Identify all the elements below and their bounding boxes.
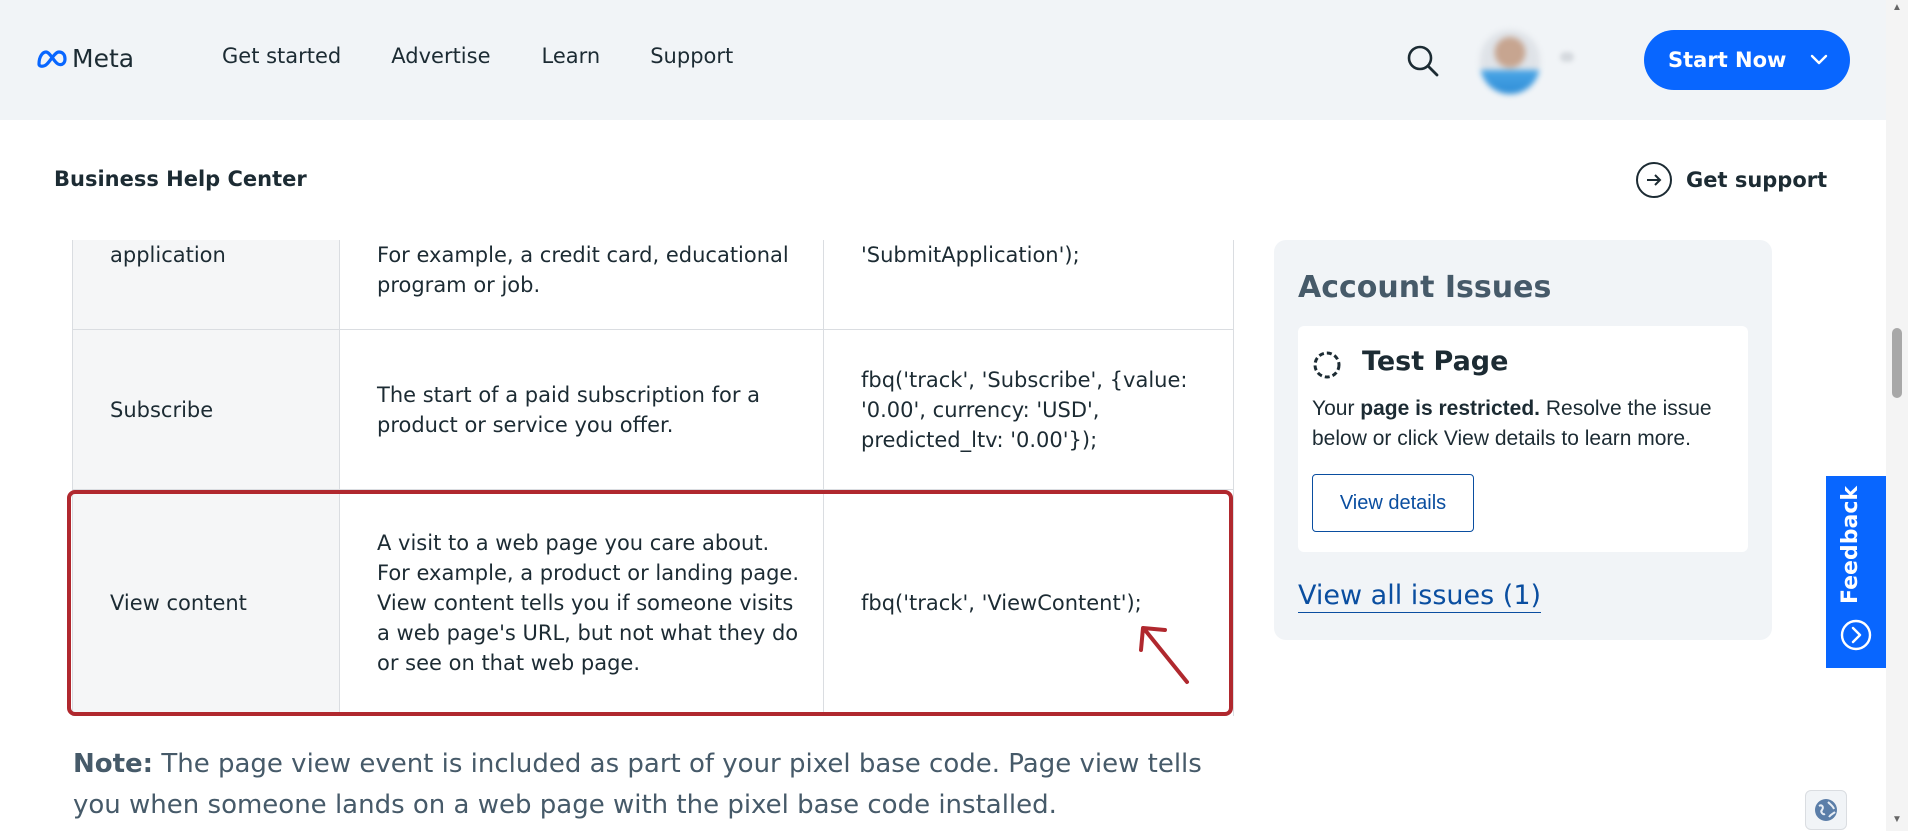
nav-advertise[interactable]: Advertise [391, 44, 490, 68]
feedback-label: Feedback [1838, 486, 1863, 604]
note-label: Note: [73, 749, 154, 779]
chevron-down-icon[interactable] [1810, 52, 1828, 66]
note-paragraph: Note: The page view event is included as… [73, 744, 1203, 826]
language-button[interactable] [1805, 790, 1847, 830]
event-code-cell: fbq('track', 'Subscribe', {value: '0.00'… [824, 330, 1234, 489]
nav-support[interactable]: Support [650, 44, 733, 68]
meta-logo-icon [37, 49, 67, 68]
event-name-cell: application [72, 240, 340, 329]
scroll-down-icon[interactable]: ▼ [1892, 814, 1902, 825]
account-issues-title: Account Issues [1298, 270, 1552, 305]
issue-message: Your page is restricted. Resolve the iss… [1312, 394, 1732, 454]
spinner-icon [1313, 351, 1341, 379]
issue-card: Test Page Your page is restricted. Resol… [1298, 326, 1748, 552]
meta-logo[interactable]: Meta [36, 44, 134, 73]
table-row: Subscribe The start of a paid subscripti… [72, 330, 1234, 490]
scrollbar-thumb[interactable] [1892, 328, 1902, 398]
event-code: 'SubmitApplication'); [861, 243, 1080, 267]
logo-text: Meta [72, 44, 135, 73]
start-now-button[interactable]: Start Now [1644, 30, 1850, 90]
search-icon[interactable] [1406, 44, 1440, 78]
event-description: A visit to a web page you care about. Fo… [377, 531, 799, 675]
event-description-cell: The start of a paid subscription for a p… [340, 330, 824, 489]
top-navigation: Meta Get started Advertise Learn Support… [0, 0, 1886, 120]
scroll-up-icon[interactable]: ▲ [1892, 2, 1902, 13]
note-text: The page view event is included as part … [73, 749, 1202, 820]
avatar-menu-caret[interactable] [1560, 52, 1574, 62]
arrow-right-circle-icon [1636, 162, 1672, 198]
get-support-link[interactable]: Get support [1636, 162, 1827, 198]
event-code: fbq('track', 'ViewContent'); [861, 591, 1142, 615]
chevron-right-circle-icon [1840, 619, 1872, 651]
event-code: fbq('track', 'Subscribe', {value: '0.00'… [861, 367, 1188, 452]
event-name-cell: Subscribe [72, 330, 340, 489]
event-name: View content [110, 591, 247, 615]
event-description: For example, a credit card, educational … [377, 243, 789, 297]
business-help-center-title[interactable]: Business Help Center [54, 167, 307, 191]
nav-links: Get started Advertise Learn Support [222, 44, 733, 68]
issue-page-name: Test Page [1362, 346, 1509, 377]
event-name: application [110, 243, 226, 267]
account-issues-card: Account Issues Test Page Your page is re… [1274, 240, 1772, 640]
annotation-arrow [1139, 626, 1189, 684]
nav-learn[interactable]: Learn [542, 44, 601, 68]
event-name: Subscribe [110, 397, 214, 422]
event-description-cell: For example, a credit card, educational … [340, 240, 824, 329]
scrollbar[interactable]: ▲ ▼ [1886, 0, 1908, 831]
table-row: application For example, a credit card, … [72, 240, 1234, 330]
feedback-tab[interactable]: Feedback [1826, 476, 1886, 668]
avatar[interactable] [1480, 30, 1540, 94]
view-all-issues-link[interactable]: View all issues (1) [1298, 580, 1542, 613]
table-row: View content A visit to a web page you c… [72, 490, 1234, 716]
globe-icon [1815, 799, 1837, 821]
event-description-cell: A visit to a web page you care about. Fo… [340, 490, 824, 716]
event-description: The start of a paid subscription for a p… [377, 382, 761, 437]
view-details-button[interactable]: View details [1312, 474, 1474, 532]
nav-get-started[interactable]: Get started [222, 44, 341, 68]
get-support-label: Get support [1686, 168, 1828, 192]
start-now-label: Start Now [1668, 48, 1787, 72]
issue-message-prefix: Your [1312, 397, 1361, 420]
event-name-cell: View content [72, 490, 340, 716]
issue-message-bold: page is restricted. [1360, 397, 1541, 420]
event-code-cell: 'SubmitApplication'); [824, 240, 1234, 329]
